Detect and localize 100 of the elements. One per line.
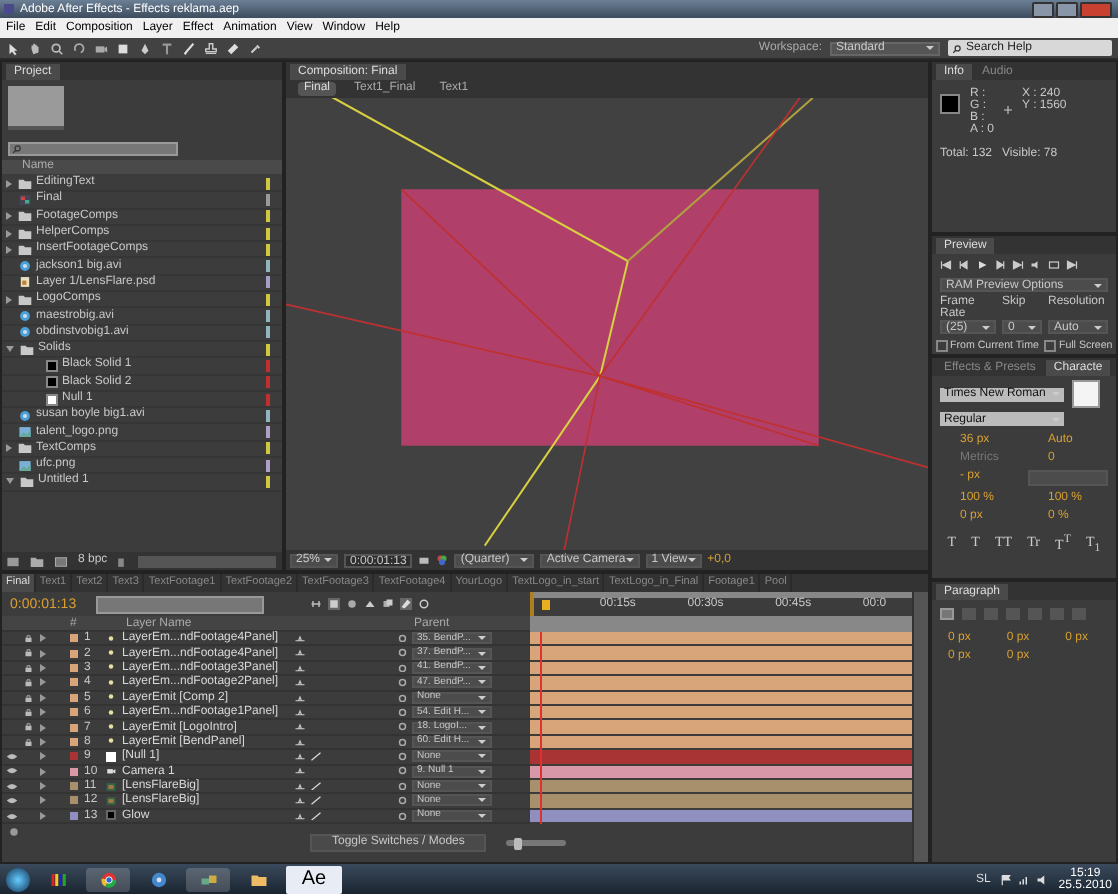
disclosure-triangle-icon[interactable] bbox=[6, 346, 14, 353]
label-color-swatch[interactable] bbox=[70, 752, 78, 761]
layer-switches-icon[interactable] bbox=[8, 826, 20, 839]
lock-icon[interactable] bbox=[24, 722, 33, 732]
camera-tool-icon[interactable] bbox=[94, 41, 108, 55]
label-color-swatch[interactable] bbox=[70, 767, 78, 776]
label-color-swatch[interactable] bbox=[70, 723, 78, 732]
hide-shy-layers-icon[interactable] bbox=[364, 598, 376, 610]
collapse-switch-icon[interactable] bbox=[294, 678, 306, 688]
trash-icon[interactable] bbox=[113, 555, 128, 567]
collapse-switch-icon[interactable] bbox=[294, 766, 306, 776]
lock-icon[interactable] bbox=[24, 633, 33, 643]
flag-icon[interactable] bbox=[1000, 873, 1013, 885]
lock-icon[interactable] bbox=[24, 663, 33, 673]
first-frame-icon[interactable] bbox=[940, 260, 952, 270]
frame-blending-icon[interactable] bbox=[382, 598, 394, 610]
new-composition-icon[interactable] bbox=[54, 555, 68, 567]
audio-icon[interactable] bbox=[1030, 260, 1042, 270]
disclosure-triangle-icon[interactable] bbox=[6, 478, 14, 485]
lock-icon[interactable] bbox=[24, 678, 33, 688]
layer-duration-bar[interactable] bbox=[530, 676, 912, 692]
rectangle-tool-icon[interactable] bbox=[116, 41, 130, 55]
collapse-switch-icon[interactable] bbox=[294, 737, 306, 747]
layer-duration-bar[interactable] bbox=[530, 794, 912, 810]
collapse-switch-icon[interactable] bbox=[294, 781, 306, 791]
taskbar-app-icon[interactable] bbox=[86, 867, 130, 891]
draft-3d-icon[interactable] bbox=[346, 598, 358, 610]
graph-editor-icon[interactable] bbox=[418, 598, 430, 610]
checkbox[interactable] bbox=[936, 340, 948, 352]
collapse-switch-icon[interactable] bbox=[294, 648, 306, 658]
text-tool-icon[interactable] bbox=[160, 41, 174, 55]
comp-mini-flowchart-icon[interactable] bbox=[310, 598, 322, 610]
next-frame-icon[interactable] bbox=[994, 260, 1006, 270]
label-color-swatch[interactable] bbox=[70, 649, 78, 658]
hand-tool-icon[interactable] bbox=[28, 41, 42, 55]
label-color-swatch[interactable] bbox=[70, 678, 78, 687]
collapse-switch-icon[interactable] bbox=[294, 693, 306, 702]
disclosure-triangle-icon[interactable] bbox=[6, 229, 12, 238]
label-color-swatch[interactable] bbox=[70, 634, 78, 643]
label-color-swatch[interactable] bbox=[70, 796, 78, 805]
fill-color-swatch[interactable] bbox=[1072, 380, 1100, 408]
stamp-tool-icon[interactable] bbox=[204, 41, 218, 55]
label-color-swatch[interactable] bbox=[70, 693, 78, 702]
label-color-swatch[interactable] bbox=[70, 663, 78, 672]
vertical-scrollbar[interactable] bbox=[912, 592, 928, 862]
collapse-switch-icon[interactable] bbox=[294, 663, 306, 673]
disclosure-triangle-icon[interactable] bbox=[6, 444, 12, 453]
live-update-icon[interactable] bbox=[328, 598, 340, 610]
project-search-field[interactable] bbox=[8, 142, 178, 156]
previous-frame-icon[interactable] bbox=[958, 260, 970, 270]
label-color-swatch[interactable] bbox=[70, 708, 78, 717]
lock-icon[interactable] bbox=[24, 737, 33, 747]
visibility-eye-icon[interactable] bbox=[6, 766, 18, 776]
taskbar-app-button[interactable]: Ae bbox=[286, 865, 342, 893]
motion-blur-icon[interactable] bbox=[400, 598, 412, 610]
collapse-switch-icon[interactable] bbox=[294, 752, 306, 762]
new-folder-icon[interactable] bbox=[30, 555, 44, 567]
collapse-switch-icon[interactable] bbox=[294, 811, 306, 821]
last-frame-icon[interactable] bbox=[1012, 260, 1024, 270]
loop-icon[interactable] bbox=[1048, 260, 1060, 270]
collapse-switch-icon[interactable] bbox=[294, 722, 306, 732]
ram-preview-icon[interactable] bbox=[1066, 260, 1078, 270]
maximize-button[interactable] bbox=[1056, 1, 1078, 17]
label-color-swatch[interactable] bbox=[70, 737, 78, 746]
taskbar-app-icon[interactable] bbox=[186, 867, 230, 891]
layer-duration-bar[interactable] bbox=[530, 632, 912, 647]
visibility-eye-icon[interactable] bbox=[6, 781, 18, 791]
rotate-tool-icon[interactable] bbox=[72, 41, 86, 55]
play-icon[interactable] bbox=[976, 260, 988, 270]
visibility-eye-icon[interactable] bbox=[6, 796, 18, 806]
quality-switch-icon[interactable] bbox=[310, 752, 322, 762]
start-button[interactable] bbox=[6, 867, 30, 891]
layer-duration-bar[interactable] bbox=[530, 646, 912, 662]
visibility-eye-icon[interactable] bbox=[6, 811, 18, 821]
checkbox[interactable] bbox=[1044, 340, 1057, 352]
lock-icon[interactable] bbox=[24, 648, 33, 658]
disclosure-triangle-icon[interactable] bbox=[6, 179, 12, 188]
zoom-tool-icon[interactable] bbox=[50, 41, 64, 55]
puppet-tool-icon[interactable] bbox=[248, 41, 262, 55]
label-color-swatch[interactable] bbox=[70, 811, 78, 820]
disclosure-triangle-icon[interactable] bbox=[6, 295, 12, 304]
horizontal-scrollbar[interactable] bbox=[137, 555, 276, 567]
signal-icon[interactable] bbox=[1018, 873, 1031, 885]
disclosure-triangle-icon[interactable] bbox=[6, 212, 12, 221]
collapse-switch-icon[interactable] bbox=[294, 633, 306, 643]
close-button[interactable] bbox=[1080, 1, 1112, 17]
speaker-icon[interactable] bbox=[1036, 873, 1049, 885]
layer-search-field[interactable] bbox=[96, 595, 264, 613]
collapse-switch-icon[interactable] bbox=[294, 796, 306, 806]
minimize-button[interactable] bbox=[1032, 1, 1054, 17]
visibility-eye-icon[interactable] bbox=[6, 752, 18, 762]
lock-icon[interactable] bbox=[24, 707, 33, 717]
layer-duration-bar[interactable] bbox=[530, 720, 912, 736]
selection-tool-icon[interactable] bbox=[6, 41, 20, 55]
brush-tool-icon[interactable] bbox=[182, 41, 196, 55]
interpret-footage-icon[interactable] bbox=[6, 555, 20, 567]
zoom-slider-thumb[interactable] bbox=[513, 837, 522, 850]
disclosure-triangle-icon[interactable] bbox=[6, 245, 12, 254]
collapse-switch-icon[interactable] bbox=[294, 707, 306, 717]
snapshot-camera-icon[interactable] bbox=[418, 554, 431, 566]
